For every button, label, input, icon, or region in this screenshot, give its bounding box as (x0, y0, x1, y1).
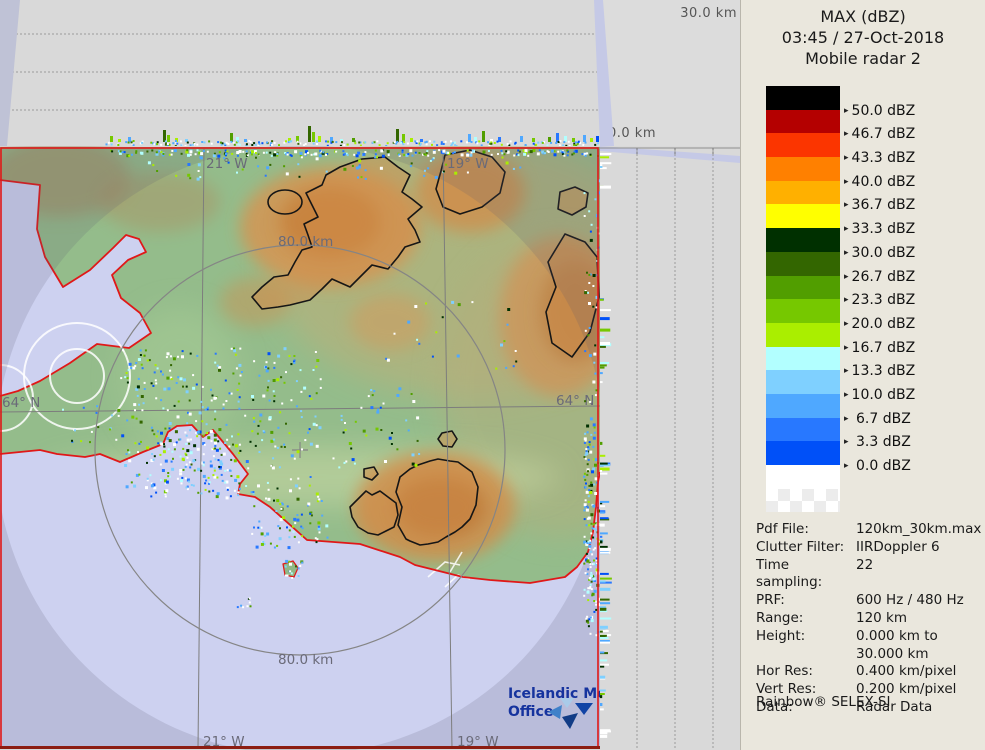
scale-swatch (766, 157, 840, 181)
info-row: Time sampling:22 (756, 557, 978, 593)
scale-swatch (766, 86, 840, 110)
map-label: 19° W (447, 156, 489, 172)
map-label: 80.0 km (278, 652, 333, 668)
scale-swatch (766, 276, 840, 300)
info-row: Hor Res:0.400 km/pixel (756, 663, 978, 681)
scale-swatch (766, 204, 840, 228)
scale-swatch (766, 347, 840, 371)
product-title: MAX (dBZ) (741, 6, 985, 27)
legend-title-block: MAX (dBZ) 03:45 / 27-Oct-2018 Mobile rad… (741, 0, 985, 69)
scale-swatch (766, 252, 840, 276)
info-value: 22 (856, 557, 978, 593)
scan-datetime: 03:45 / 27-Oct-2018 (741, 27, 985, 48)
scale-row: ▸46.7 dBZ (766, 110, 976, 134)
info-row: 30.000 km (756, 646, 978, 664)
info-label: Clutter Filter: (756, 539, 856, 557)
scale-row: ▸26.7 dBZ (766, 252, 976, 276)
info-label (756, 646, 856, 664)
scale-row: ▸ 6.7 dBZ (766, 394, 976, 418)
info-value: 120km_30km.max (856, 521, 981, 539)
info-value: IIRDoppler 6 (856, 539, 978, 557)
height-profile-panel (0, 0, 600, 146)
map-label: 64° N (556, 393, 594, 409)
info-row: Height:0.000 km to (756, 628, 978, 646)
info-value: 0.000 km to (856, 628, 978, 646)
scale-swatch (766, 394, 840, 418)
scale-row: ▸50.0 dBZ (766, 86, 976, 110)
info-value: 120 km (856, 610, 978, 628)
scale-row: ▸13.3 dBZ (766, 347, 976, 371)
panel-separator-wedge (592, 0, 618, 146)
dbz-color-scale: ▸50.0 dBZ▸46.7 dBZ▸43.3 dBZ▸40.0 dBZ▸36.… (766, 86, 976, 512)
info-value: 600 Hz / 480 Hz (856, 592, 978, 610)
scale-row (766, 465, 976, 489)
info-row: Pdf File:120km_30km.max (756, 521, 978, 539)
scale-swatch (766, 441, 840, 465)
map-label: 80.0 km (278, 234, 333, 250)
logo-text-line2: Office (508, 704, 553, 720)
scale-swatch (766, 228, 840, 252)
scale-row: ▸30.0 dBZ (766, 228, 976, 252)
info-row: Range:120 km (756, 610, 978, 628)
scale-swatch (766, 299, 840, 323)
info-row: Clutter Filter:IIRDoppler 6 (756, 539, 978, 557)
scale-row (766, 489, 976, 513)
scale-row: ▸20.0 dBZ (766, 299, 976, 323)
info-label: Range: (756, 610, 856, 628)
radar-map-area[interactable]: 21° W19° W21° W19° W64° N64° N80.0 km80.… (0, 146, 600, 750)
scale-row: ▸40.0 dBZ (766, 157, 976, 181)
radar-application-window: { "panel": { "title": "MAX (dBZ)", "date… (0, 0, 985, 750)
radar-map[interactable]: 21° W19° W21° W19° W64° N64° N80.0 km80.… (0, 146, 600, 750)
scale-swatch (766, 370, 840, 394)
scale-row: ▸ 0.0 dBZ (766, 441, 976, 465)
info-label: Hor Res: (756, 663, 856, 681)
scale-row: ▸33.3 dBZ (766, 204, 976, 228)
side-gridlines (600, 148, 740, 750)
scale-swatch (766, 465, 840, 489)
info-value: 0.400 km/pixel (856, 663, 978, 681)
logo-text-line1: Icelandic Met (508, 686, 600, 702)
scale-swatch (766, 181, 840, 205)
profile-gridlines (0, 34, 600, 110)
software-brand: Rainbow® SELEX-SI (756, 694, 890, 710)
info-label: PRF: (756, 592, 856, 610)
radar-name: Mobile radar 2 (741, 48, 985, 69)
map-label: 64° N (2, 395, 40, 411)
side-profile-panel (600, 146, 740, 750)
info-label: Pdf File: (756, 521, 856, 539)
map-label: 21° W (206, 156, 248, 172)
height-axis-max-label: 30.0 km (680, 6, 737, 21)
panel-corner-wedge-left (0, 0, 20, 146)
profile-echo-bars (106, 126, 600, 146)
panel-corner-wedge-top (600, 146, 740, 163)
scale-row: ▸16.7 dBZ (766, 323, 976, 347)
info-value: 30.000 km (856, 646, 978, 664)
legend-panel: MAX (dBZ) 03:45 / 27-Oct-2018 Mobile rad… (740, 0, 985, 750)
side-profile-plot (600, 146, 740, 750)
profile-axis-corner: 30.0 km 0.0 km (600, 0, 740, 146)
scale-swatch (766, 418, 840, 442)
scale-row: ▸36.7 dBZ (766, 181, 976, 205)
side-echo-bars (600, 153, 612, 738)
product-info-block: Pdf File:120km_30km.maxClutter Filter:II… (756, 521, 978, 717)
scale-row: ▸10.0 dBZ (766, 370, 976, 394)
scale-swatch-transparent (766, 489, 840, 513)
scale-swatch (766, 110, 840, 134)
info-label: Time sampling: (756, 557, 856, 593)
scale-row: ▸ 3.3 dBZ (766, 418, 976, 442)
scale-row: ▸23.3 dBZ (766, 276, 976, 300)
height-profile-plot (0, 0, 600, 146)
scale-row: ▸43.3 dBZ (766, 133, 976, 157)
info-label: Height: (756, 628, 856, 646)
scale-swatch (766, 133, 840, 157)
scale-swatch (766, 323, 840, 347)
info-row: PRF:600 Hz / 480 Hz (756, 592, 978, 610)
